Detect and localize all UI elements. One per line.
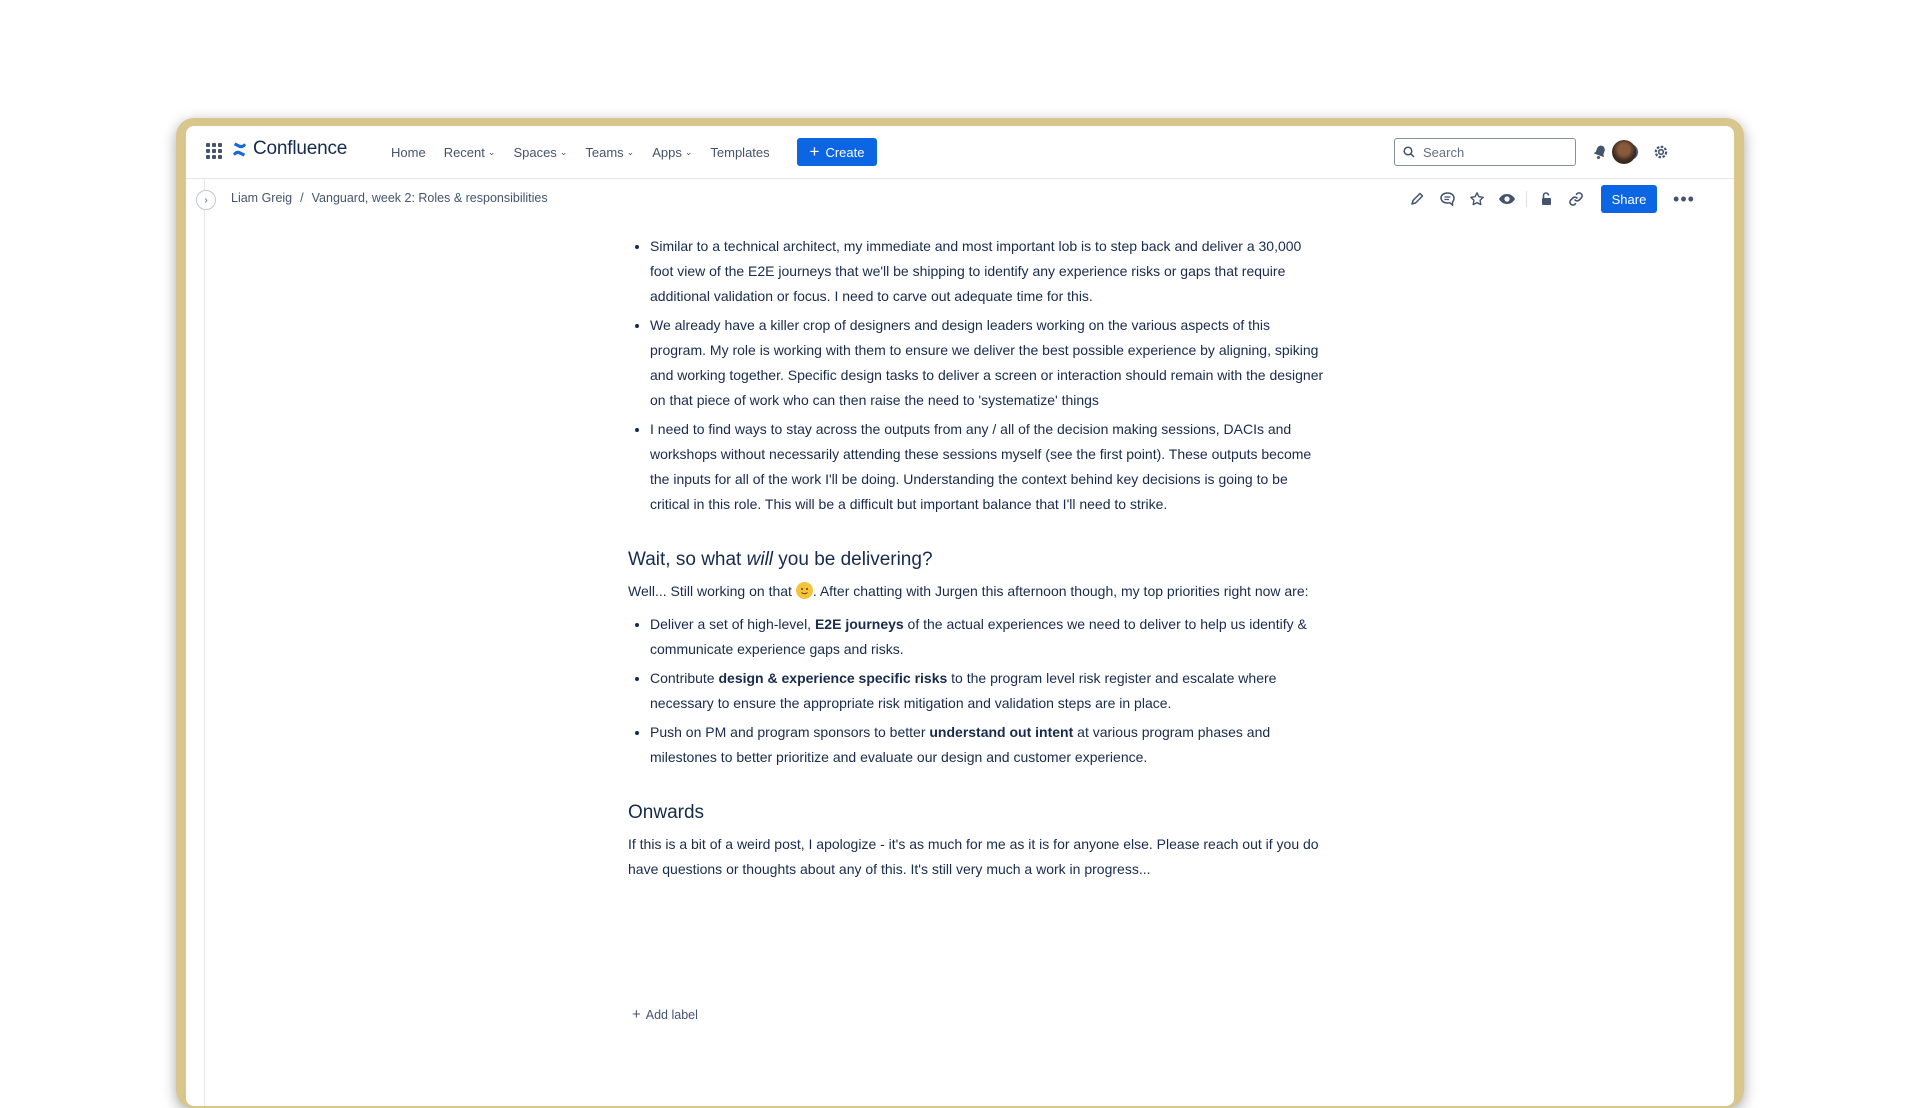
list-item: We already have a killer crop of designe… bbox=[650, 313, 1328, 413]
nav-templates-label: Templates bbox=[710, 144, 770, 160]
nav-templates[interactable]: Templates bbox=[701, 126, 778, 178]
add-label-button[interactable]: + Add label bbox=[632, 1006, 698, 1023]
sidebar-divider bbox=[204, 178, 205, 1106]
breadcrumb-space-link[interactable]: Liam Greig bbox=[231, 191, 292, 205]
top-navigation: Confluence Home Recent ⌄ Spaces ⌄ Teams ⌄ A… bbox=[186, 126, 1734, 179]
breadcrumb-page-link[interactable]: Vanguard, week 2: Roles & responsibiliti… bbox=[312, 191, 548, 205]
share-button[interactable]: Share bbox=[1601, 185, 1657, 213]
restrictions-icon[interactable] bbox=[1531, 184, 1561, 214]
notifications-icon[interactable] bbox=[1590, 142, 1610, 162]
slightly-smiling-face-icon bbox=[795, 582, 813, 599]
list-item: Contribute design & experience specific … bbox=[650, 666, 1328, 716]
plus-icon: + bbox=[632, 1006, 641, 1023]
page-content: Similar to a technical architect, my imm… bbox=[628, 234, 1328, 882]
watch-icon[interactable] bbox=[1492, 184, 1522, 214]
section-heading-delivering: Wait, so what will you be delivering? bbox=[628, 547, 1328, 573]
comment-icon[interactable] bbox=[1432, 184, 1462, 214]
heading-emphasis: will bbox=[746, 549, 774, 570]
confluence-logo[interactable]: Confluence bbox=[232, 138, 347, 160]
item-text: Push on PM and program sponsors to bette… bbox=[650, 724, 930, 740]
paragraph-text: . After chatting with Jurgen this aftern… bbox=[812, 583, 1309, 599]
list-item: Push on PM and program sponsors to bette… bbox=[650, 720, 1328, 770]
page-actions: Share ••• bbox=[1402, 184, 1699, 214]
nav-spaces-label: Spaces bbox=[513, 144, 557, 160]
expand-sidebar-icon[interactable]: › bbox=[196, 190, 216, 210]
add-label-text: Add label bbox=[645, 1007, 698, 1022]
app-switcher-icon[interactable] bbox=[206, 143, 222, 159]
chevron-down-icon: ⌄ bbox=[559, 146, 568, 157]
list-item: I need to find ways to stay across the o… bbox=[650, 417, 1328, 517]
heading-text: you be delivering? bbox=[773, 549, 933, 570]
paragraph-text: Well... Still working on that bbox=[628, 583, 796, 599]
item-bold: E2E journeys bbox=[814, 616, 904, 632]
heading-text: Wait, so what bbox=[628, 549, 747, 570]
nav-spaces[interactable]: Spaces ⌄ bbox=[504, 126, 576, 178]
more-actions-icon[interactable]: ••• bbox=[1669, 184, 1699, 214]
search-box[interactable] bbox=[1394, 138, 1576, 166]
item-bold: understand out intent bbox=[929, 724, 1074, 740]
search-icon bbox=[1403, 146, 1415, 158]
chevron-down-icon: ⌄ bbox=[487, 146, 496, 157]
chevron-down-icon: ⌄ bbox=[684, 146, 693, 157]
search-input[interactable] bbox=[1421, 143, 1565, 161]
nav-teams[interactable]: Teams ⌄ bbox=[576, 126, 643, 178]
plus-icon: + bbox=[809, 142, 820, 161]
item-bold: design & experience specific risks bbox=[718, 670, 948, 686]
list-item: Similar to a technical architect, my imm… bbox=[650, 234, 1328, 309]
user-avatar[interactable] bbox=[1612, 140, 1636, 164]
nav-recent-label: Recent bbox=[443, 144, 485, 160]
create-label: Create bbox=[825, 144, 865, 160]
chevron-down-icon: ⌄ bbox=[626, 146, 635, 157]
roles-list: Similar to a technical architect, my imm… bbox=[628, 234, 1328, 517]
primary-nav: Home Recent ⌄ Spaces ⌄ Teams ⌄ Apps ⌄ Templa… bbox=[382, 126, 779, 178]
nav-home-label: Home bbox=[391, 144, 426, 160]
app-name: Confluence bbox=[253, 138, 348, 159]
browser-window: Confluence Home Recent ⌄ Spaces ⌄ Teams ⌄ A… bbox=[186, 126, 1734, 1106]
nav-home[interactable]: Home bbox=[382, 126, 435, 178]
section-heading-onwards: Onwards bbox=[628, 802, 705, 823]
copy-link-icon[interactable] bbox=[1561, 184, 1591, 214]
nav-recent[interactable]: Recent ⌄ bbox=[435, 126, 505, 178]
priorities-list: Deliver a set of high-level, E2E journey… bbox=[628, 612, 1328, 770]
breadcrumb: Liam Greig / Vanguard, week 2: Roles & r… bbox=[231, 191, 548, 205]
settings-icon[interactable] bbox=[1651, 142, 1671, 162]
item-text: Contribute bbox=[650, 670, 719, 686]
star-icon[interactable] bbox=[1462, 184, 1492, 214]
list-item: Deliver a set of high-level, E2E journey… bbox=[650, 612, 1328, 662]
breadcrumb-separator: / bbox=[300, 191, 304, 205]
actions-divider bbox=[1526, 191, 1527, 207]
nav-apps-label: Apps bbox=[652, 144, 682, 160]
confluence-logo-icon bbox=[232, 141, 247, 157]
create-button[interactable]: + Create bbox=[797, 138, 877, 166]
edit-icon[interactable] bbox=[1402, 184, 1432, 214]
intro-paragraph: Well... Still working on that . After ch… bbox=[628, 579, 1328, 604]
item-text: Deliver a set of high-level, bbox=[650, 616, 815, 632]
nav-teams-label: Teams bbox=[585, 144, 624, 160]
nav-apps[interactable]: Apps ⌄ bbox=[643, 126, 701, 178]
closing-paragraph: If this is a bit of a weird post, I apol… bbox=[628, 836, 1319, 877]
